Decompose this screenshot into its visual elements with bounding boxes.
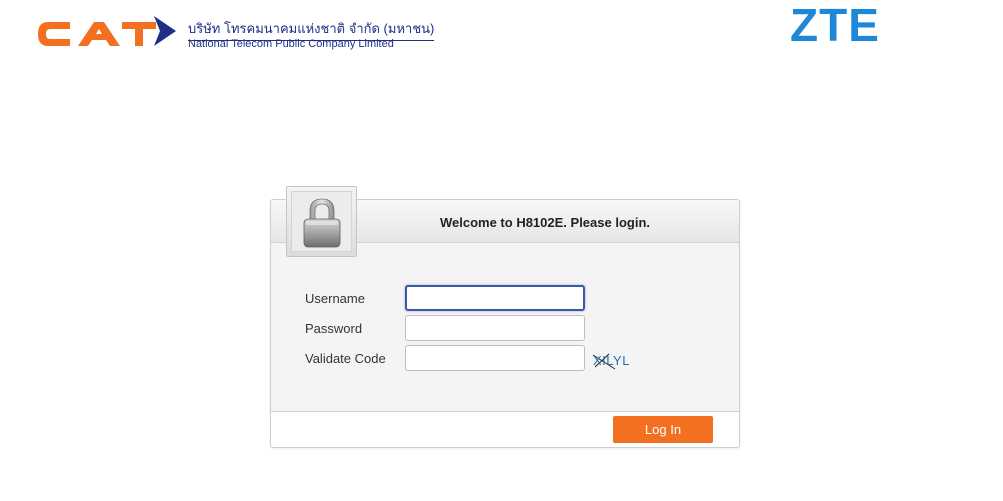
cat-english-name: National Telecom Public Company Limited [188,38,394,50]
password-label: Password [305,321,363,336]
padlock-icon [303,198,340,247]
cat-logo: บริษัท โทรคมนาคมแห่งชาติ จำกัด (มหาชน) N… [34,14,435,54]
login-button[interactable]: Log In [613,416,713,443]
lock-badge-inner [291,191,352,252]
password-input[interactable] [405,315,585,341]
username-input[interactable] [405,285,585,311]
zte-logo: ZTE [790,0,880,51]
captcha-text: XILYL [593,353,630,368]
cat-wordmark-icon [38,16,176,46]
captcha-image[interactable]: XILYL [592,351,653,373]
lock-badge [286,186,357,257]
login-panel-footer: Log In [271,411,739,447]
username-label: Username [305,291,365,306]
validate-code-label: Validate Code [305,351,386,366]
validate-code-input[interactable] [405,345,585,371]
